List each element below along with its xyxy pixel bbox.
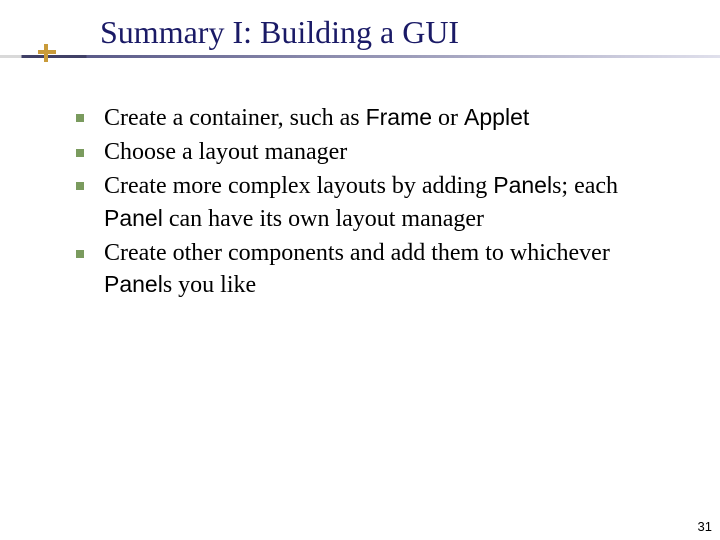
code-token: Panel — [104, 205, 163, 231]
text-run: s; each — [552, 173, 618, 199]
text-run: Create more complex layouts by adding — [104, 173, 493, 199]
text-run: Create other components and add them to … — [104, 240, 610, 266]
title-container: Summary I: Building a GUI — [0, 0, 720, 51]
list-item: Create other components and add them to … — [76, 238, 680, 302]
code-token: Frame — [366, 104, 432, 130]
code-token: Panel — [493, 172, 552, 198]
list-item: Create a container, such as Frame or App… — [76, 102, 680, 135]
text-run: or — [432, 105, 464, 131]
text-run: s you like — [163, 272, 256, 298]
list-item: Choose a layout manager — [76, 137, 680, 169]
slide-body: Create a container, such as Frame or App… — [0, 58, 720, 302]
text-run: Choose a layout manager — [104, 139, 347, 165]
bullet-list: Create a container, such as Frame or App… — [76, 102, 680, 302]
slide-title: Summary I: Building a GUI — [100, 14, 720, 51]
code-token: Applet — [464, 104, 529, 130]
page-number: 31 — [698, 519, 712, 534]
text-run: Create a container, such as — [104, 105, 366, 131]
code-token: Panel — [104, 271, 163, 297]
text-run: can have its own layout manager — [163, 206, 484, 232]
slide-accent-icon — [38, 44, 56, 62]
list-item: Create more complex layouts by adding Pa… — [76, 170, 680, 235]
